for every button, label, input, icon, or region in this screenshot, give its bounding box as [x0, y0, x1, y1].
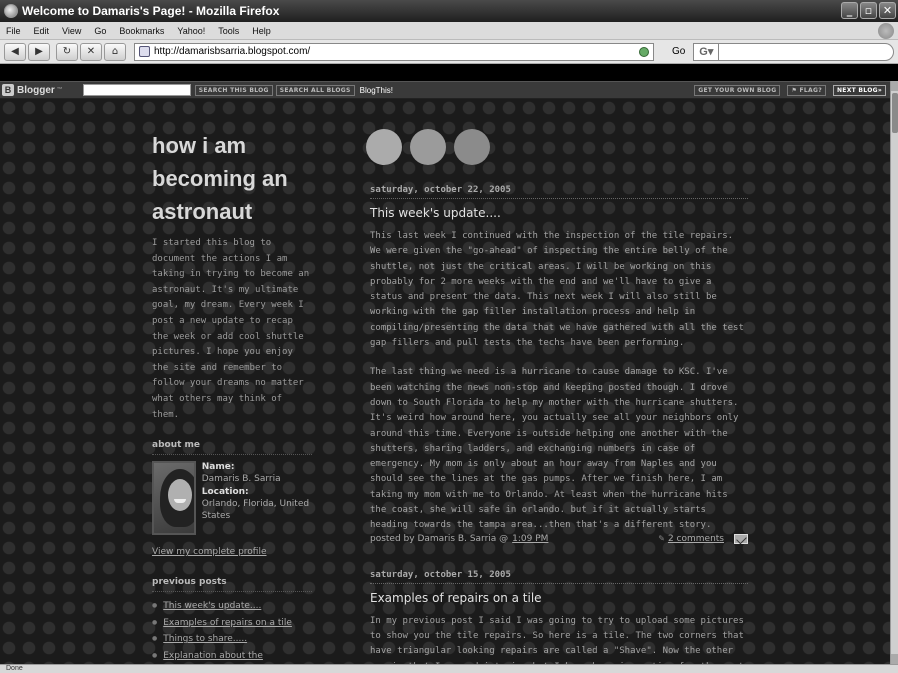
- decor-circle: [454, 129, 490, 165]
- list-item: This week's update....: [152, 598, 312, 615]
- menu-edit[interactable]: Edit: [34, 26, 50, 36]
- previous-post-link[interactable]: Things to share.....: [163, 634, 247, 644]
- previous-posts-section: previous posts This week's update.... Ex…: [152, 577, 312, 664]
- profile: Name: Damaris B. Sarria Location: Orland…: [152, 461, 312, 536]
- throbber-icon: [878, 23, 894, 39]
- blogger-logo[interactable]: B Blogger ™: [2, 84, 63, 96]
- maximize-button[interactable]: ▫: [860, 2, 877, 19]
- menu-help[interactable]: Help: [252, 26, 271, 36]
- decor-circle: [410, 129, 446, 165]
- post-paragraph: In my previous post I said I was going t…: [370, 615, 744, 664]
- blogger-navbar: B Blogger ™ SEARCH THIS BLOG SEARCH ALL …: [0, 81, 890, 99]
- comments-link[interactable]: 2 comments: [668, 534, 724, 544]
- home-button[interactable]: ⌂: [104, 42, 126, 61]
- post-time-link[interactable]: 1:09 PM: [512, 534, 548, 544]
- firefox-icon: [4, 4, 18, 18]
- location-value: Orlando, Florida, United States: [201, 498, 310, 521]
- location-label: Location:: [201, 486, 249, 497]
- blogger-navbar-right: GET YOUR OWN BLOG ⚑ FLAG? NEXT BLOG»: [691, 84, 890, 96]
- post: saturday, october 15, 2005 Examples of r…: [370, 570, 748, 664]
- menu-bar: File Edit View Go Bookmarks Yahoo! Tools…: [0, 22, 898, 40]
- post-paragraph: The last thing we need is a hurricane to…: [370, 367, 739, 531]
- page-content: how i am becoming an astronaut I started…: [0, 99, 890, 664]
- menu-view[interactable]: View: [62, 26, 81, 36]
- search-this-blog-button[interactable]: SEARCH THIS BLOG: [194, 84, 273, 96]
- menu-file[interactable]: File: [6, 26, 21, 36]
- blogger-logo-text: Blogger: [17, 84, 55, 96]
- previous-post-link[interactable]: Examples of repairs on a tile: [163, 618, 292, 628]
- about-section: about me Name: Damaris B. Sarria Locatio…: [152, 440, 312, 557]
- post-paragraph: This last week I continued with the insp…: [370, 231, 744, 349]
- list-item: Things to share.....: [152, 631, 312, 648]
- window-title: Welcome to Damaris's Page! - Mozilla Fir…: [22, 4, 280, 18]
- scroll-up-button[interactable]: [891, 81, 898, 91]
- menu-go[interactable]: Go: [94, 26, 106, 36]
- blog-title[interactable]: how i am becoming an astronaut: [152, 129, 312, 228]
- previous-post-link[interactable]: Explanation about the: [163, 651, 263, 661]
- url-bar[interactable]: http://damarisbsarria.blogspot.com/: [134, 42, 654, 61]
- previous-posts-list: This week's update.... Examples of repai…: [152, 598, 312, 664]
- post: saturday, october 22, 2005 This week's u…: [370, 185, 748, 544]
- post-title: Examples of repairs on a tile: [370, 590, 542, 605]
- blogger-logo-tm: ™: [56, 87, 63, 93]
- close-button[interactable]: ✕: [879, 2, 896, 19]
- scroll-down-button[interactable]: [891, 654, 898, 664]
- post-body: This last week I continued with the insp…: [370, 229, 748, 534]
- decor-circle: [366, 129, 402, 165]
- post-date: saturday, october 22, 2005: [370, 185, 748, 199]
- main-column: saturday, october 22, 2005 This week's u…: [370, 185, 748, 664]
- post-footer: posted by Damaris B. Sarria @ 1:09 PM ✎ …: [370, 533, 748, 544]
- search-engine-button[interactable]: G▾: [693, 42, 720, 61]
- comment-icon: ✎: [658, 534, 665, 544]
- menu-yahoo[interactable]: Yahoo!: [177, 26, 205, 36]
- profile-info: Name: Damaris B. Sarria Location: Orland…: [202, 461, 312, 535]
- go-arrow-icon[interactable]: [639, 46, 649, 57]
- status-text: Done: [6, 665, 23, 672]
- forward-button[interactable]: ▶: [28, 42, 50, 61]
- back-button[interactable]: ◀: [4, 42, 26, 61]
- email-post-icon[interactable]: [734, 533, 748, 544]
- page-scrollbar[interactable]: [890, 81, 898, 664]
- previous-posts-heading: previous posts: [152, 577, 312, 593]
- blog-search-input[interactable]: [82, 84, 191, 96]
- header-circles: [366, 129, 490, 165]
- navigation-toolbar: ◀ ▶ ↻ ✕ ⌂ http://damarisbsarria.blogspot…: [0, 40, 898, 64]
- menu-tools[interactable]: Tools: [218, 26, 239, 36]
- menu-bookmarks[interactable]: Bookmarks: [119, 26, 164, 36]
- status-bar: Done: [0, 664, 898, 673]
- list-item: Explanation about the: [152, 648, 312, 664]
- search-input[interactable]: [719, 42, 894, 61]
- search-all-blogs-button[interactable]: SEARCH ALL BLOGS: [275, 84, 355, 96]
- list-item: Examples of repairs on a tile: [152, 615, 312, 632]
- comments: ✎ 2 comments: [658, 533, 748, 544]
- sidebar: how i am becoming an astronaut I started…: [152, 129, 312, 664]
- go-button[interactable]: Go: [672, 46, 685, 57]
- blogthis-link[interactable]: BlogThis!: [360, 86, 393, 95]
- window-titlebar: Welcome to Damaris's Page! - Mozilla Fir…: [0, 0, 898, 22]
- post-body: In my previous post I said I was going t…: [370, 614, 748, 664]
- reload-button[interactable]: ↻: [56, 42, 78, 61]
- avatar[interactable]: [152, 461, 196, 536]
- scroll-thumb[interactable]: [892, 93, 898, 133]
- url-text: http://damarisbsarria.blogspot.com/: [154, 46, 311, 57]
- previous-post-link[interactable]: This week's update....: [163, 601, 261, 611]
- get-your-own-blog-button[interactable]: GET YOUR OWN BLOG: [694, 84, 781, 96]
- stop-button[interactable]: ✕: [80, 42, 102, 61]
- name-value: Damaris B. Sarria: [201, 474, 281, 485]
- posted-by: posted by Damaris B. Sarria @: [370, 533, 509, 544]
- minimize-button[interactable]: _: [841, 2, 858, 19]
- post-date: saturday, october 15, 2005: [370, 570, 748, 584]
- blog-description: I started this blog to document the acti…: [152, 238, 310, 420]
- view-profile-link[interactable]: View my complete profile: [152, 547, 312, 557]
- next-blog-button[interactable]: NEXT BLOG»: [832, 84, 886, 96]
- blogger-b-icon: B: [2, 84, 14, 96]
- window-controls: _ ▫ ✕: [841, 2, 896, 19]
- name-label: Name:: [201, 462, 235, 473]
- flag-button[interactable]: ⚑ FLAG?: [787, 84, 826, 96]
- post-title: This week's update....: [370, 206, 501, 220]
- page-icon: [139, 46, 150, 57]
- about-heading: about me: [152, 440, 312, 456]
